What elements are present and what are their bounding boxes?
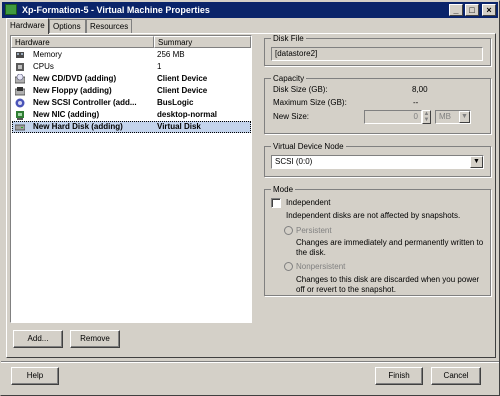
column-header-summary[interactable]: Summary <box>154 36 251 48</box>
size-unit-dropdown-icon[interactable]: ▼ <box>459 111 470 123</box>
remove-hardware-button[interactable]: Remove <box>70 330 120 348</box>
close-button[interactable]: × <box>482 4 496 16</box>
footer-separator <box>1 361 499 363</box>
nonpersistent-radio[interactable] <box>284 262 293 271</box>
window-title: Xp-Formation-5 - Virtual Machine Propert… <box>22 5 210 15</box>
max-size-value: -- <box>413 98 419 107</box>
mode-group: Mode Independent Independent disks are n… <box>264 185 491 296</box>
tab-resources[interactable]: Resources <box>86 19 132 33</box>
hardware-row-nic[interactable]: New NIC (adding) desktop-normal <box>12 109 251 121</box>
column-header-hardware[interactable]: Hardware <box>11 36 154 48</box>
capacity-group-label: Capacity <box>271 74 307 83</box>
new-size-input[interactable]: 0 <box>364 110 422 124</box>
memory-icon <box>16 52 24 58</box>
persistent-label[interactable]: Persistent <box>296 226 332 236</box>
maximize-button[interactable]: □ <box>465 4 479 16</box>
virtual-device-node-group: Virtual Device Node SCSI (0:0) ▼ <box>264 142 491 177</box>
nonpersistent-description-line1: Changes to this disk are discarded when … <box>296 275 480 284</box>
hardware-summary: BusLogic <box>157 98 194 107</box>
hardware-summary: Client Device <box>157 86 208 95</box>
hardware-row-memory[interactable]: Memory 256 MB <box>12 49 251 61</box>
persistent-description-line1: Changes are immediately and permanently … <box>296 238 484 247</box>
disk-size-value: 8,00 <box>412 85 428 94</box>
cpu-icon <box>16 63 24 71</box>
finish-button[interactable]: Finish <box>375 367 423 385</box>
nic-icon <box>16 111 24 120</box>
independent-label[interactable]: Independent <box>286 198 331 208</box>
nonpersistent-label[interactable]: Nonpersistent <box>296 262 345 272</box>
hardware-row-floppy[interactable]: New Floppy (adding) Client Device <box>12 85 251 97</box>
device-node-dropdown-icon[interactable]: ▼ <box>470 156 483 168</box>
hardware-summary: desktop-normal <box>157 110 218 119</box>
add-hardware-button[interactable]: Add... <box>13 330 63 348</box>
cd-dvd-icon <box>15 74 25 84</box>
nonpersistent-description-line2: off or revert to the snapshot. <box>296 285 396 294</box>
new-size-spinner[interactable]: ▲ ▼ <box>422 110 431 124</box>
hardware-name: New Hard Disk (adding) <box>33 122 123 131</box>
title-bar[interactable]: Xp-Formation-5 - Virtual Machine Propert… <box>2 2 498 18</box>
persistent-description-line2: the disk. <box>296 248 326 257</box>
minimize-button[interactable]: _ <box>449 4 463 16</box>
hardware-summary: Virtual Disk <box>157 122 201 131</box>
hardware-row-hard-disk[interactable]: New Hard Disk (adding) Virtual Disk <box>12 121 251 133</box>
tab-options[interactable]: Options <box>49 19 86 33</box>
disk-file-field[interactable]: [datastore2] <box>271 47 483 61</box>
disk-file-group: Disk File [datastore2] <box>264 34 491 66</box>
new-size-label: New Size: <box>273 112 310 121</box>
capacity-group: Capacity Disk Size (GB): 8,00 Maximum Si… <box>264 74 491 134</box>
hardware-summary: 1 <box>157 62 162 71</box>
hardware-row-cd-dvd[interactable]: New CD/DVD (adding) Client Device <box>12 73 251 85</box>
scsi-controller-icon <box>15 98 25 108</box>
hardware-name: Memory <box>33 50 62 59</box>
hardware-name: New NIC (adding) <box>33 110 100 119</box>
hardware-name: New SCSI Controller (add... <box>33 98 137 107</box>
cancel-button[interactable]: Cancel <box>431 367 481 385</box>
floppy-icon <box>15 87 25 96</box>
hardware-name: New Floppy (adding) <box>33 86 112 95</box>
hard-disk-icon <box>15 124 25 131</box>
virtual-device-node-label: Virtual Device Node <box>271 142 346 151</box>
properties-window: Xp-Formation-5 - Virtual Machine Propert… <box>0 0 500 396</box>
hardware-summary: 256 MB <box>157 50 185 59</box>
help-button[interactable]: Help <box>11 367 59 385</box>
disk-size-label: Disk Size (GB): <box>273 85 328 94</box>
max-size-label: Maximum Size (GB): <box>273 98 347 107</box>
hardware-summary: Client Device <box>157 74 208 83</box>
mode-group-label: Mode <box>271 185 296 194</box>
tab-hardware[interactable]: Hardware <box>6 18 49 34</box>
independent-description: Independent disks are not affected by sn… <box>286 211 461 220</box>
disk-file-group-label: Disk File <box>271 34 306 43</box>
hardware-name: New CD/DVD (adding) <box>33 74 117 83</box>
hardware-name: CPUs <box>33 62 54 71</box>
virtual-device-node-select[interactable]: SCSI (0:0) <box>271 155 484 169</box>
persistent-radio[interactable] <box>284 226 293 235</box>
independent-checkbox[interactable] <box>271 198 281 208</box>
hardware-list[interactable]: Hardware Summary Memory 256 MB CPUs 1 Ne… <box>10 35 252 323</box>
hardware-row-scsi-controller[interactable]: New SCSI Controller (add... BusLogic <box>12 97 251 109</box>
hardware-row-cpus[interactable]: CPUs 1 <box>12 61 251 73</box>
vm-app-icon <box>5 4 17 15</box>
